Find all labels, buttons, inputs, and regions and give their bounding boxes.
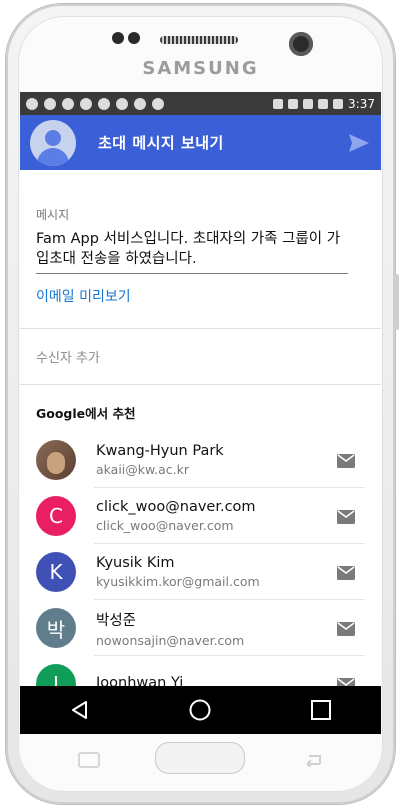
side-button <box>394 274 399 330</box>
home-button[interactable] <box>180 690 220 730</box>
notification-icon <box>152 97 164 110</box>
brand-logo: SAMSUNG <box>142 58 259 79</box>
contact-name: 박성준 <box>96 612 137 629</box>
contact-name: click_woo@naver.com <box>96 499 256 515</box>
battery-icon <box>333 98 344 109</box>
contact-avatar: 박 <box>36 608 76 648</box>
earpiece-speaker <box>160 36 238 44</box>
front-camera <box>289 32 313 56</box>
send-icon <box>349 133 369 152</box>
email-preview-link[interactable]: 이메일 미리보기 <box>36 286 365 306</box>
notification-icon <box>134 97 146 110</box>
status-bar: 3:37 <box>20 92 381 115</box>
mail-icon[interactable] <box>337 565 355 580</box>
notification-icon <box>116 97 128 110</box>
sensor-dot <box>112 32 124 44</box>
home-icon <box>189 699 211 721</box>
add-recipients-field[interactable]: 수신자 추가 <box>36 329 365 384</box>
notification-icons <box>26 97 164 110</box>
contact-avatar: K <box>36 552 76 592</box>
signal-icon <box>318 98 329 109</box>
contact-item[interactable]: K Kyusik Kim kyusikkim.kor@gmail.com <box>36 544 365 600</box>
back-arrow-icon <box>306 755 321 768</box>
contact-email: kyusikkim.kor@gmail.com <box>96 574 260 589</box>
send-button[interactable] <box>347 131 371 155</box>
mail-icon[interactable] <box>337 453 355 468</box>
system-icons: 3:37 <box>273 97 375 111</box>
contact-name: Kyusik Kim <box>96 555 175 571</box>
contact-email: nowonsajin@naver.com <box>96 632 245 648</box>
vibrate-icon <box>288 98 299 109</box>
suggestions-header: Google에서 추천 <box>36 406 136 421</box>
notification-icon <box>26 97 38 110</box>
hardware-home-button[interactable] <box>155 742 245 774</box>
hardware-back-key[interactable] <box>300 752 322 768</box>
contact-avatar: C <box>36 496 76 536</box>
notification-icon <box>44 97 56 110</box>
contact-email: akaii@kw.ac.kr <box>96 462 189 477</box>
contact-name: Kwang-Hyun Park <box>96 443 224 459</box>
status-time: 3:37 <box>348 96 375 111</box>
mail-icon[interactable] <box>337 509 355 524</box>
navigation-bar <box>20 686 381 734</box>
compose-form: 메시지 Fam App 서비스입니다. 초대자의 가족 그룹이 가입초대 전송을… <box>20 206 381 712</box>
app-bar: 초대 메시지 보내기 <box>20 115 381 170</box>
recents-icon <box>310 700 331 720</box>
hardware-recents-key[interactable] <box>78 752 100 768</box>
recents-button[interactable] <box>301 690 341 730</box>
message-label: 메시지 <box>36 208 70 222</box>
notification-icon <box>80 97 92 110</box>
contact-photo <box>36 440 76 480</box>
wifi-icon <box>303 98 314 109</box>
sensor-dot <box>128 32 140 44</box>
contact-item[interactable]: C click_woo@naver.com click_woo@naver.co… <box>36 488 365 544</box>
notification-icon <box>98 97 110 110</box>
account-avatar[interactable] <box>30 119 76 166</box>
mail-icon[interactable] <box>337 621 355 636</box>
notification-icon <box>62 97 74 110</box>
page-title: 초대 메시지 보내기 <box>98 134 224 152</box>
contact-item[interactable]: 박 박성준 nowonsajin@naver.com <box>36 600 365 656</box>
contact-email: click_woo@naver.com <box>96 518 234 533</box>
back-icon <box>72 701 88 719</box>
message-input[interactable]: Fam App 서비스입니다. 초대자의 가족 그룹이 가입초대 전송을 하였습… <box>36 229 348 274</box>
contact-item[interactable]: Kwang-Hyun Park akaii@kw.ac.kr <box>36 432 365 488</box>
back-button[interactable] <box>60 690 100 730</box>
divider <box>20 384 381 385</box>
nfc-icon <box>273 98 284 109</box>
screen: 3:37 초대 메시지 보내기 메시지 Fam App 서비스입니다. 초대자의… <box>20 92 381 730</box>
